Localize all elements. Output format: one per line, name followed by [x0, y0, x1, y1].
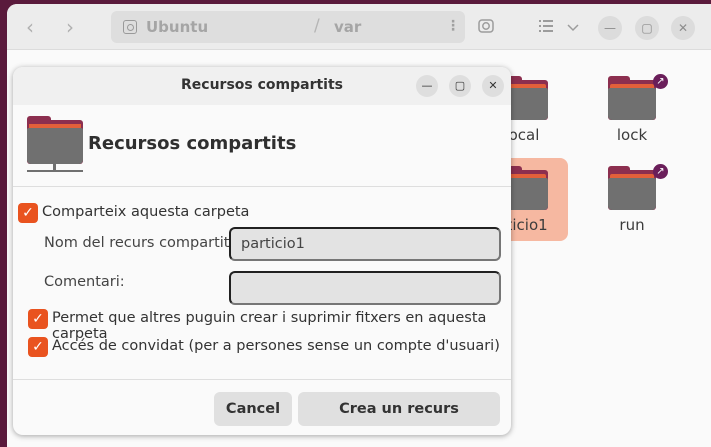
path-root[interactable]: Ubuntu — [146, 18, 208, 36]
forward-button[interactable]: › — [55, 12, 85, 42]
chevron-down-icon[interactable] — [567, 19, 579, 37]
comment-field[interactable] — [229, 271, 501, 305]
pathbar[interactable]: Ubuntu / var ⋮ — [111, 11, 465, 43]
share-folder-checkbox[interactable]: ✓ — [18, 203, 38, 223]
dialog-header: Recursos compartits — [13, 105, 511, 187]
path-current[interactable]: var — [334, 18, 361, 36]
search-icon[interactable] — [478, 17, 496, 39]
guest-access-checkbox[interactable]: ✓ — [28, 337, 48, 357]
dialog-footer: Cancel Crea un recurs compartit — [13, 379, 511, 435]
folder-item[interactable]: ↗ lock — [586, 74, 678, 144]
share-name-label: Nom del recurs compartit: — [44, 235, 235, 251]
share-folder-label[interactable]: Comparteix aquesta carpeta — [42, 204, 249, 220]
minimize-icon[interactable]: — — [416, 75, 438, 97]
folder-label: lock — [616, 126, 648, 144]
disk-icon — [123, 20, 137, 34]
dialog-heading: Recursos compartits — [88, 133, 297, 154]
minimize-icon[interactable]: — — [598, 16, 622, 40]
folder-label: run — [619, 216, 645, 234]
create-share-button[interactable]: Crea un recurs compartit — [298, 392, 500, 426]
allow-others-checkbox[interactable]: ✓ — [28, 309, 48, 329]
folder-icon: ↗ — [608, 74, 668, 120]
folder-item[interactable]: ↗ run — [586, 164, 678, 234]
comment-label: Comentari: — [44, 274, 125, 290]
share-name-field[interactable] — [229, 227, 501, 261]
share-dialog: Recursos compartits — ▢ ✕ Recursos compa… — [13, 67, 511, 435]
close-icon[interactable]: ✕ — [482, 75, 504, 97]
dialog-titlebar: Recursos compartits — ▢ ✕ — [13, 67, 511, 105]
cancel-button[interactable]: Cancel — [214, 392, 292, 426]
files-headerbar: ‹ › Ubuntu / var ⋮ — ▢ ✕ — [7, 4, 711, 50]
folder-icon: ↗ — [608, 164, 668, 210]
back-button[interactable]: ‹ — [15, 12, 45, 42]
close-icon[interactable]: ✕ — [671, 16, 695, 40]
path-menu-icon[interactable]: ⋮ — [446, 18, 460, 34]
shared-folder-icon — [27, 116, 85, 176]
symlink-icon: ↗ — [653, 74, 668, 89]
path-separator: / — [314, 16, 320, 36]
guest-access-label[interactable]: Accés de convidat (per a persones sense … — [52, 338, 500, 354]
symlink-icon: ↗ — [653, 164, 668, 179]
view-list-icon[interactable] — [539, 19, 553, 37]
maximize-icon[interactable]: ▢ — [635, 16, 659, 40]
maximize-icon[interactable]: ▢ — [449, 75, 471, 97]
